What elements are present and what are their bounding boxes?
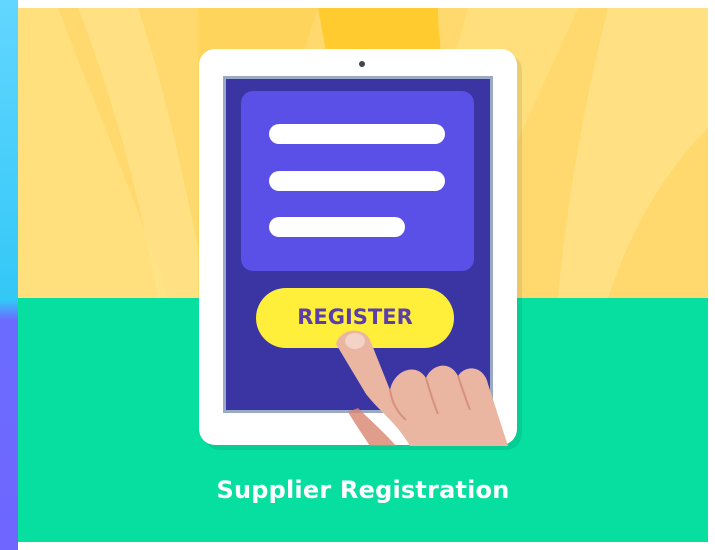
form-field-line-3 [269, 217, 405, 237]
page-title: Supplier Registration [216, 476, 510, 504]
register-button-label: REGISTER [297, 305, 413, 329]
form-field-line-1 [269, 124, 445, 144]
left-edge-strip [0, 0, 18, 550]
supplier-registration-card[interactable]: REGISTER Supplier Registration [18, 8, 708, 542]
form-panel [241, 91, 474, 271]
form-field-line-2 [269, 171, 445, 191]
tablet-illustration: REGISTER [199, 49, 522, 450]
